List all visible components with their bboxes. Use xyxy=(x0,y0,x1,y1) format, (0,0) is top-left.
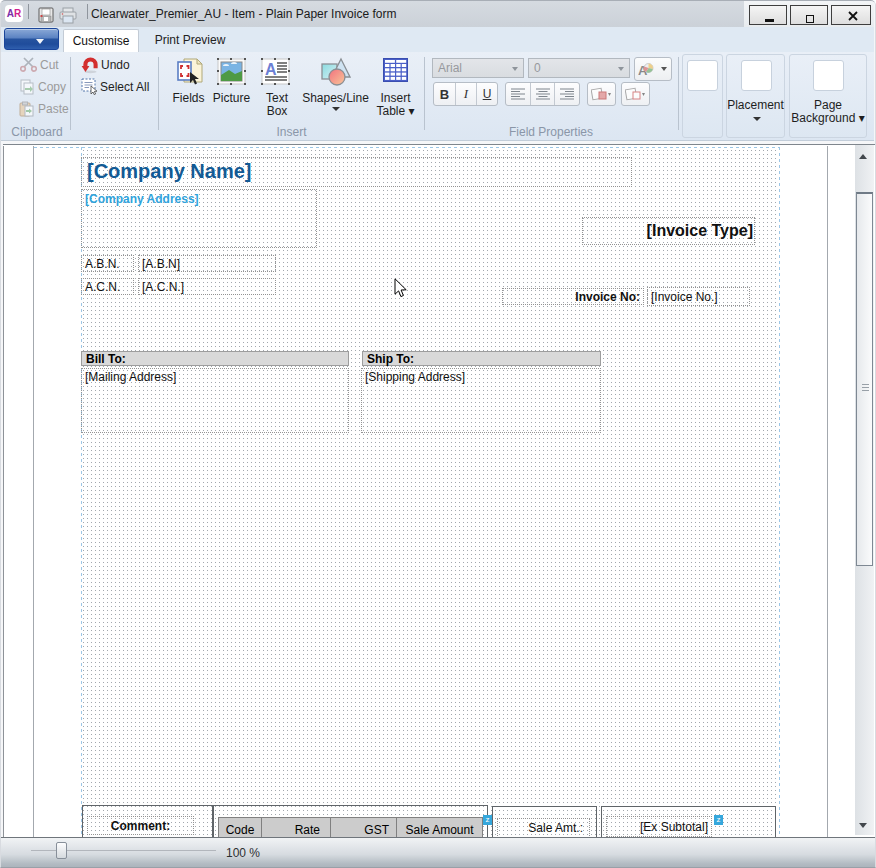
svg-text:A: A xyxy=(265,61,277,78)
